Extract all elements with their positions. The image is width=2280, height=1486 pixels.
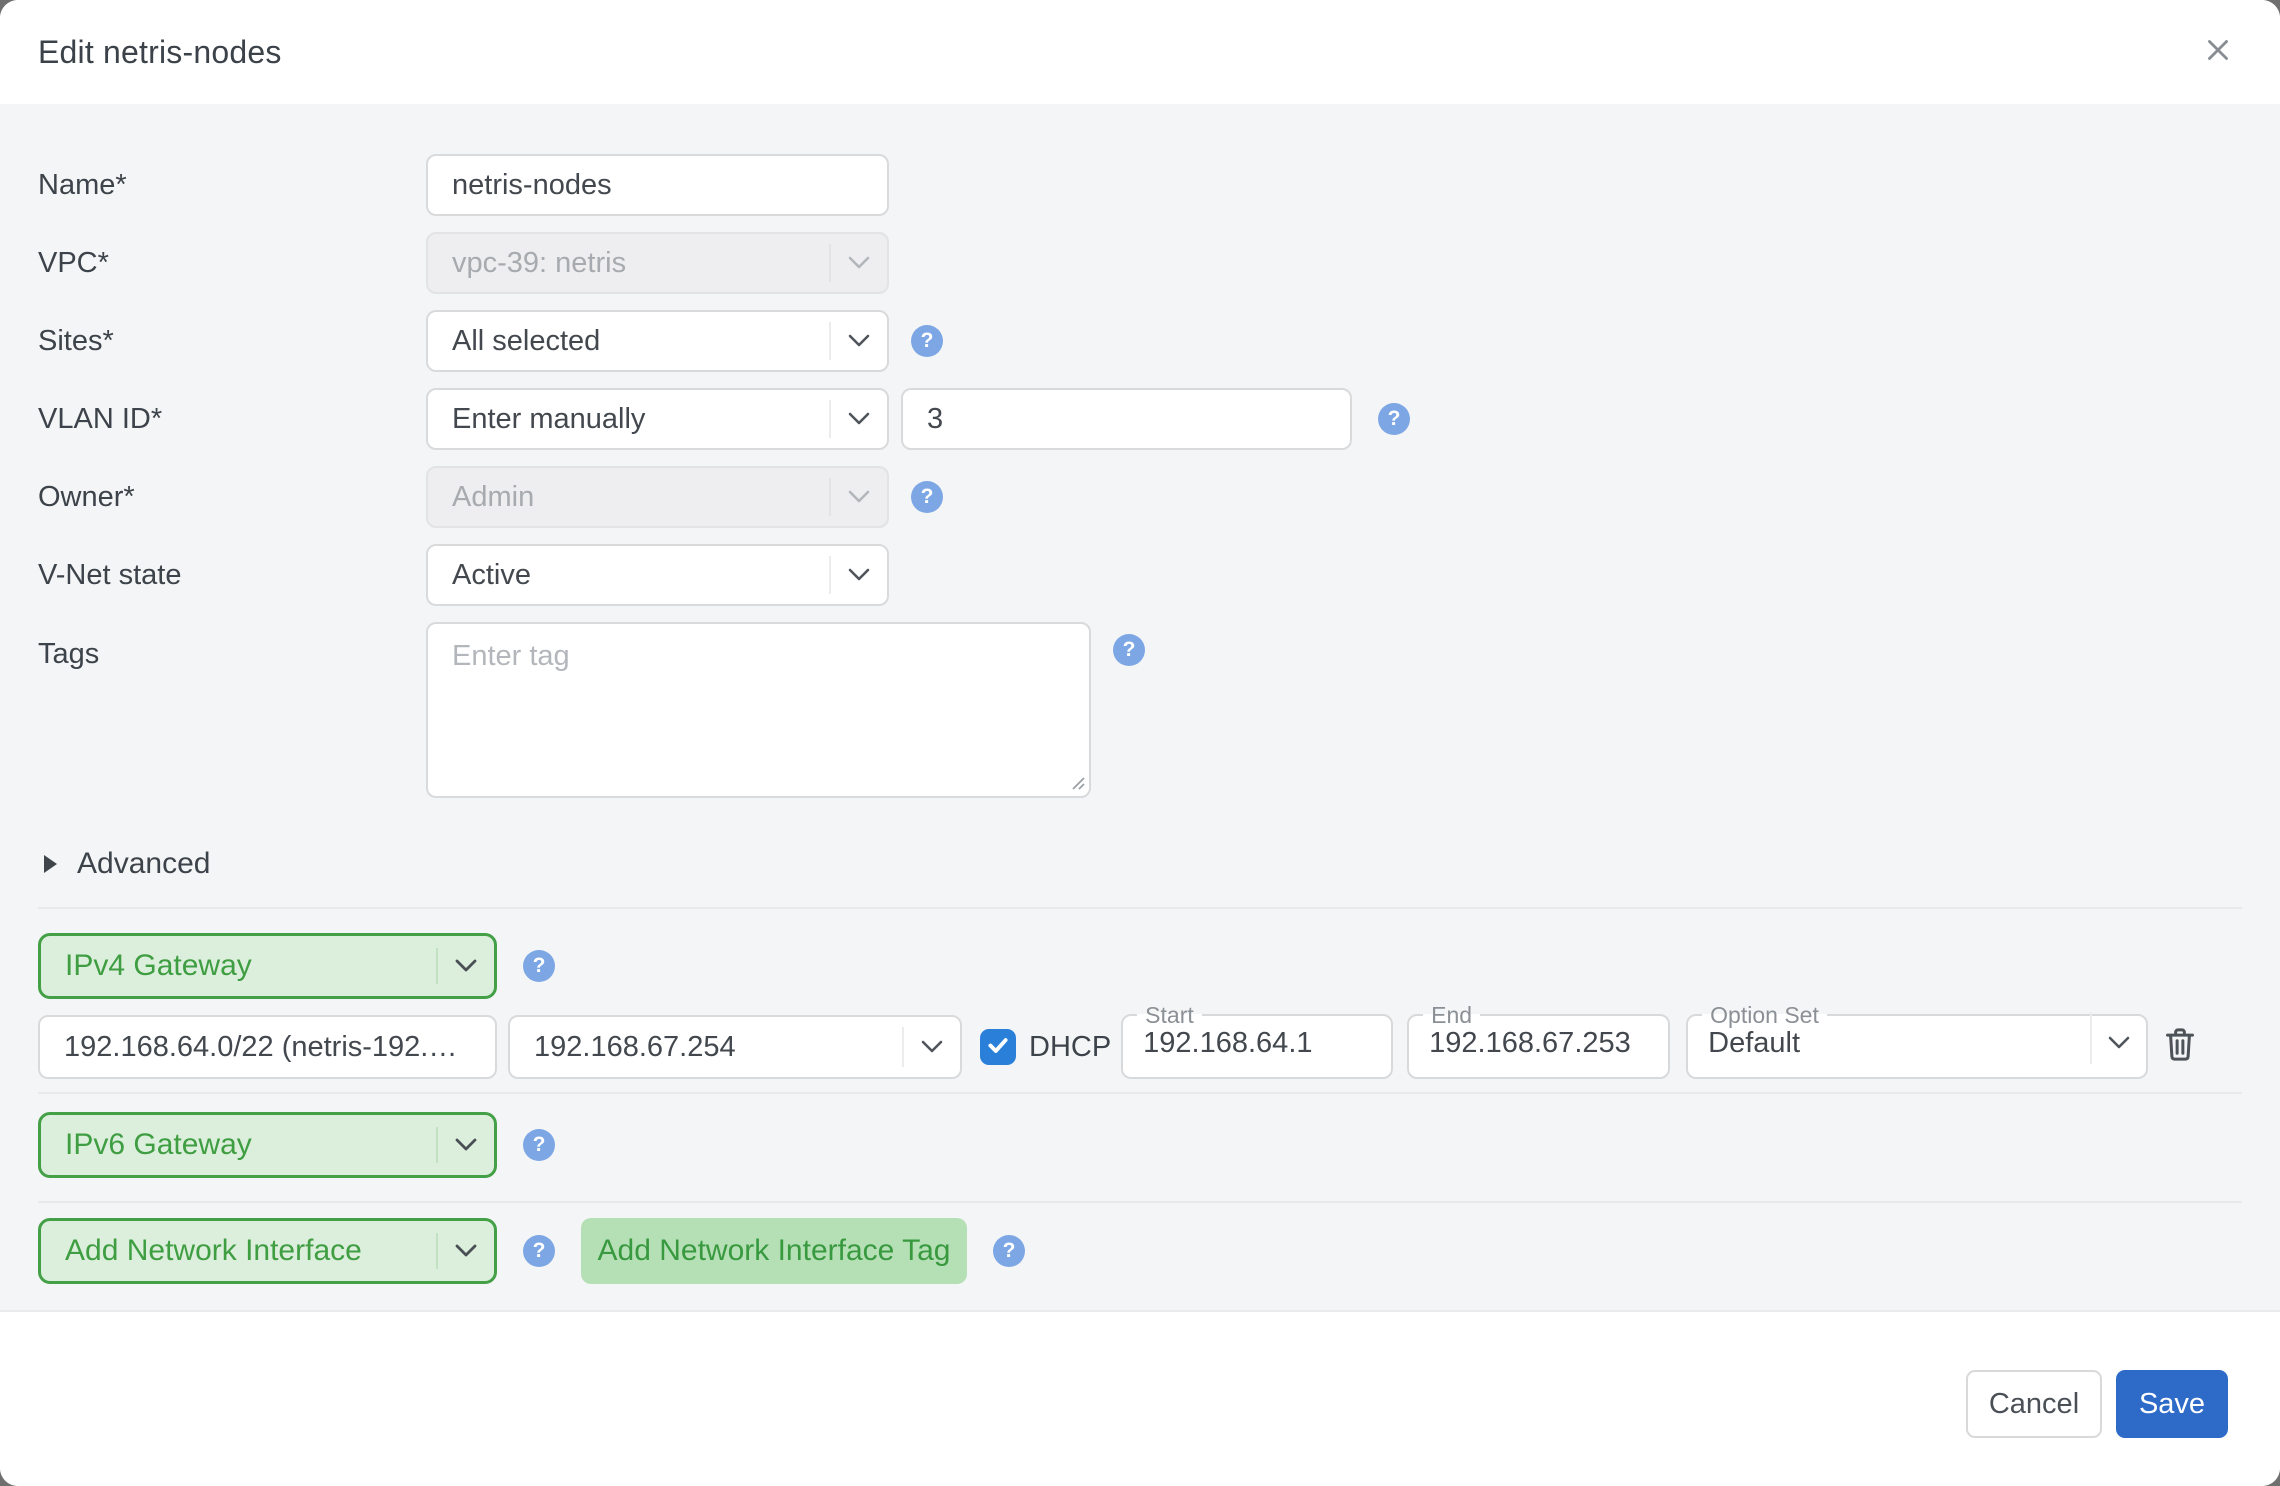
chevron-down-icon <box>438 959 494 973</box>
vpc-select: vpc-39: netris <box>426 232 889 294</box>
ipv4-subnet-value: 192.168.64.0/22 (netris-192.168… <box>64 1031 471 1064</box>
sites-select[interactable]: All selected <box>426 310 889 372</box>
dialog-header: Edit netris-nodes <box>0 0 2280 104</box>
dhcp-end-value: 192.168.67.253 <box>1409 1027 1668 1060</box>
tags-row: Tags ? <box>38 622 2242 803</box>
caret-right-icon <box>42 853 59 875</box>
chevron-down-icon <box>831 256 887 270</box>
vlan-mode-value: Enter manually <box>428 403 829 436</box>
dhcp-end-label: End <box>1423 1003 1480 1027</box>
vnet-state-label: V-Net state <box>38 544 426 606</box>
tags-label: Tags <box>38 622 426 803</box>
save-button[interactable]: Save <box>2116 1370 2228 1438</box>
divider <box>38 907 2242 909</box>
option-set-select[interactable]: Option Set Default <box>1686 1003 2148 1079</box>
owner-select: Admin <box>426 466 889 528</box>
sites-label: Sites* <box>38 310 426 372</box>
dhcp-label: DHCP <box>1029 1031 1111 1064</box>
option-set-value: Default <box>1688 1027 2090 1060</box>
chevron-down-icon <box>904 1040 960 1054</box>
vlan-help-icon[interactable]: ? <box>1378 403 1410 435</box>
chevron-down-icon <box>2092 1036 2146 1050</box>
sites-help-icon[interactable]: ? <box>911 325 943 357</box>
ipv4-gateway-ip-value: 192.168.67.254 <box>510 1031 902 1064</box>
dhcp-end-field[interactable]: End 192.168.67.253 <box>1407 1003 1670 1079</box>
chevron-down-icon <box>831 334 887 348</box>
vpc-row: VPC* vpc-39: netris <box>38 232 2242 294</box>
ipv4-gateway-select-value: IPv4 Gateway <box>41 949 436 983</box>
ipv4-gateway-help-icon[interactable]: ? <box>523 950 555 982</box>
vlan-row: VLAN ID* Enter manually 3 ? <box>38 388 2242 450</box>
delete-gateway-button[interactable] <box>2164 1027 2196 1067</box>
add-interface-tag-button[interactable]: Add Network Interface Tag <box>581 1218 967 1284</box>
owner-label: Owner* <box>38 466 426 528</box>
name-input[interactable]: netris-nodes <box>426 154 889 216</box>
add-interface-select-value: Add Network Interface <box>41 1234 436 1268</box>
name-row: Name* netris-nodes <box>38 154 2242 216</box>
dialog-body: Name* netris-nodes VPC* vpc-39: netris S… <box>0 104 2280 1310</box>
ipv4-gateway-select[interactable]: IPv4 Gateway <box>38 933 497 999</box>
add-interface-row: Add Network Interface ? Add Network Inte… <box>38 1218 2242 1284</box>
trash-icon <box>2164 1027 2196 1067</box>
chevron-down-icon <box>831 568 887 582</box>
add-interface-tag-help-icon[interactable]: ? <box>993 1235 1025 1267</box>
add-interface-select[interactable]: Add Network Interface <box>38 1218 497 1284</box>
tags-input[interactable] <box>426 622 1091 798</box>
vlan-id-input[interactable]: 3 <box>901 388 1352 450</box>
advanced-label: Advanced <box>77 847 210 881</box>
chevron-down-icon <box>831 490 887 504</box>
divider <box>38 1092 2242 1094</box>
ipv6-gateway-row: IPv6 Gateway ? <box>38 1112 2242 1178</box>
vpc-label: VPC* <box>38 232 426 294</box>
edit-vnet-dialog: Edit netris-nodes Name* netris-nodes VPC… <box>0 0 2280 1486</box>
chevron-down-icon <box>438 1244 494 1258</box>
ipv4-gateway-row: IPv4 Gateway ? <box>38 933 2242 999</box>
owner-row: Owner* Admin ? <box>38 466 2242 528</box>
close-icon <box>2202 34 2234 71</box>
vpc-select-value: vpc-39: netris <box>428 247 829 280</box>
ipv4-gateway-ip-select[interactable]: 192.168.67.254 <box>508 1015 962 1079</box>
cancel-button[interactable]: Cancel <box>1966 1370 2102 1438</box>
dhcp-start-field[interactable]: Start 192.168.64.1 <box>1121 1003 1393 1079</box>
owner-select-value: Admin <box>428 481 829 514</box>
vlan-mode-select[interactable]: Enter manually <box>426 388 889 450</box>
add-interface-help-icon[interactable]: ? <box>523 1235 555 1267</box>
close-button[interactable] <box>2196 30 2240 74</box>
dhcp-start-value: 192.168.64.1 <box>1123 1027 1391 1060</box>
vnet-state-row: V-Net state Active <box>38 544 2242 606</box>
sites-select-value: All selected <box>428 325 829 358</box>
owner-help-icon[interactable]: ? <box>911 481 943 513</box>
option-set-label: Option Set <box>1702 1003 1827 1027</box>
ipv4-subnet-input[interactable]: 192.168.64.0/22 (netris-192.168… <box>38 1015 497 1079</box>
vnet-state-select[interactable]: Active <box>426 544 889 606</box>
dhcp-checkbox[interactable] <box>980 1029 1016 1065</box>
chevron-down-icon <box>438 1138 494 1152</box>
checkmark-icon <box>985 1032 1011 1063</box>
ipv6-gateway-select-value: IPv6 Gateway <box>41 1128 436 1162</box>
vnet-state-value: Active <box>428 559 829 592</box>
vlan-label: VLAN ID* <box>38 388 426 450</box>
tags-help-icon[interactable]: ? <box>1113 634 1145 666</box>
dialog-title: Edit netris-nodes <box>38 34 282 71</box>
dialog-footer: Cancel Save <box>0 1310 2280 1486</box>
ipv4-config-row: 192.168.64.0/22 (netris-192.168… 192.168… <box>38 1015 2242 1079</box>
advanced-toggle[interactable]: Advanced <box>38 847 2242 881</box>
name-label: Name* <box>38 154 426 216</box>
ipv6-gateway-help-icon[interactable]: ? <box>523 1129 555 1161</box>
divider <box>38 1201 2242 1203</box>
ipv6-gateway-select[interactable]: IPv6 Gateway <box>38 1112 497 1178</box>
dhcp-start-label: Start <box>1137 1003 1202 1027</box>
sites-row: Sites* All selected ? <box>38 310 2242 372</box>
chevron-down-icon <box>831 412 887 426</box>
